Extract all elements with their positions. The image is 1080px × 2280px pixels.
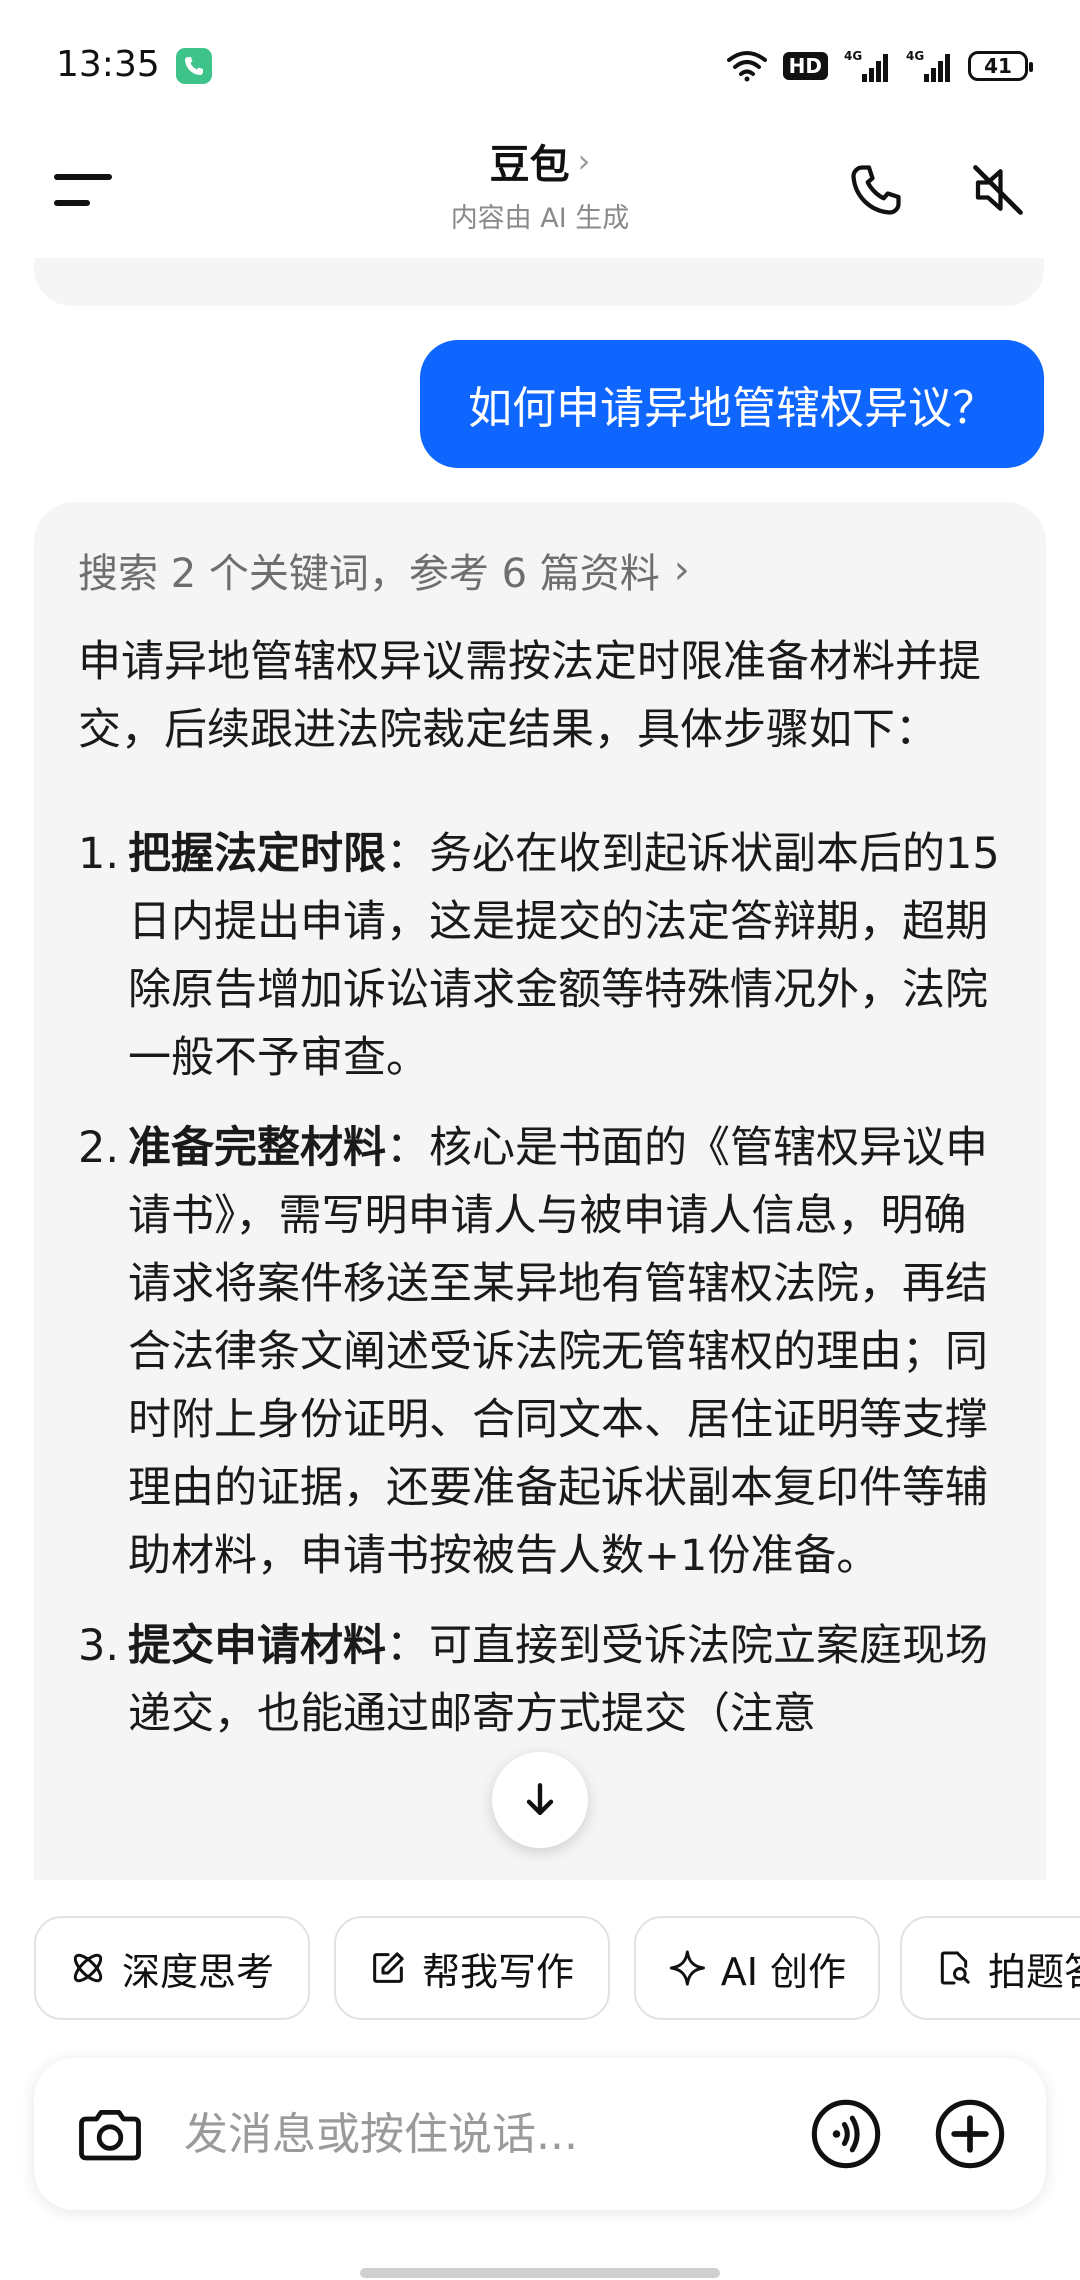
- list-item: 1. 把握法定时限：务必在收到起诉状副本后的15日内提出申请，这是提交的法定答辩…: [78, 820, 1002, 1092]
- list-item: 3. 提交申请材料：可直接到受诉法院立案庭现场递交，也能通过邮寄方式提交（注意: [78, 1612, 1002, 1748]
- previous-message-bubble: [34, 258, 1044, 306]
- camera-icon: [79, 2110, 141, 2161]
- wifi-icon: [726, 51, 767, 82]
- user-message-bubble[interactable]: 如何申请异地管辖权异议？: [420, 340, 1044, 468]
- voice-input-button[interactable]: [808, 2096, 884, 2172]
- step-title: 准备完整材料: [128, 1123, 386, 1173]
- step-number: 2.: [78, 1123, 120, 1173]
- step-text: ：核心是书面的《管辖权异议申请书》，需写明申请人与被申请人信息，明确请求将案件移…: [128, 1123, 988, 1581]
- battery-level: 41: [984, 54, 1012, 78]
- scan-doc-icon: [940, 1951, 970, 1985]
- message-input[interactable]: [184, 2094, 804, 2174]
- voice-call-button[interactable]: [836, 150, 916, 230]
- step-title: 把握法定时限: [128, 829, 386, 879]
- phone-icon[interactable]: [176, 48, 212, 84]
- chip-label: 深度思考: [122, 1949, 275, 1994]
- reply-intro: 申请异地管辖权异议需按法定时限准备材料并提交，后续跟进法院裁定结果，具体步骤如下…: [78, 637, 981, 755]
- photo-question-button[interactable]: 拍题答疑: [900, 1916, 1080, 2020]
- step-title: 提交申请材料: [128, 1621, 386, 1671]
- mute-speaker-button[interactable]: [958, 150, 1038, 230]
- status-time: 13:35: [56, 44, 160, 85]
- chevron-right-icon: ›: [577, 142, 591, 180]
- message-list[interactable]: 如何申请异地管辖权异议？ 搜索 2 个关键词，参考 6 篇资料 › 申请异地管辖…: [0, 258, 1080, 1880]
- quick-action-bar[interactable]: 深度思考 帮我写作 AI 创作 拍题答疑: [34, 1916, 1080, 2020]
- ai-disclaimer: 内容由 AI 生成: [450, 203, 630, 234]
- deep-think-icon: [73, 1953, 103, 1983]
- list-item: 2. 准备完整材料：核心是书面的《管辖权异议申请书》，需写明申请人与被申请人信息…: [78, 1114, 1002, 1590]
- user-message-text: 如何申请异地管辖权异议？: [468, 383, 996, 434]
- chip-label: 帮我写作: [422, 1949, 575, 1994]
- svg-text:4G: 4G: [844, 49, 862, 63]
- voice-wave-icon: [811, 2099, 881, 2169]
- chevron-right-icon: ›: [673, 547, 690, 593]
- reply-steps: 1. 把握法定时限：务必在收到起诉状副本后的15日内提出申请，这是提交的法定答辩…: [78, 820, 1002, 1748]
- chip-label: AI 创作: [720, 1949, 846, 1994]
- ai-reply-card: 搜索 2 个关键词，参考 6 篇资料 › 申请异地管辖权异议需按法定时限准备材料…: [34, 502, 1046, 1880]
- svg-text:4G: 4G: [906, 49, 924, 63]
- chip-label: 拍题答疑: [988, 1949, 1080, 1994]
- step-number: 1.: [78, 829, 120, 879]
- message-composer: [34, 2058, 1046, 2210]
- home-indicator[interactable]: [360, 2268, 720, 2278]
- phone-icon: [851, 165, 901, 215]
- plus-circle-icon: [935, 2099, 1005, 2169]
- scroll-to-bottom-button[interactable]: [492, 1752, 588, 1848]
- edit-icon: [373, 1952, 404, 1983]
- chat-screen: 13:35 HD 4G 4G 41 豆包 › 内容由 AI 生成 如何申请异地管…: [0, 0, 1080, 2280]
- hd-badge: HD: [782, 52, 828, 80]
- help-write-button[interactable]: 帮我写作: [334, 1916, 610, 2020]
- signal-4g-icon: 4G: [844, 49, 888, 82]
- search-summary: 搜索 2 个关键词，参考 6 篇资料: [78, 551, 660, 597]
- ai-create-button[interactable]: AI 创作: [634, 1916, 880, 2020]
- speaker-off-icon: [973, 165, 1023, 215]
- bot-name: 豆包: [489, 142, 570, 188]
- chat-header: 豆包 › 内容由 AI 生成: [0, 120, 1080, 270]
- status-icons: HD 4G 4G 41: [726, 46, 1033, 86]
- chat-title[interactable]: 豆包 › 内容由 AI 生成: [340, 132, 740, 235]
- camera-button[interactable]: [74, 2098, 146, 2170]
- signal-4g-icon: 4G: [906, 49, 950, 82]
- more-options-button[interactable]: [932, 2096, 1008, 2172]
- arrow-down-icon: [526, 1783, 554, 1816]
- sparkle-icon: [669, 1950, 705, 1986]
- battery-icon: 41: [968, 51, 1033, 81]
- search-references[interactable]: 搜索 2 个关键词，参考 6 篇资料 ›: [78, 538, 1002, 602]
- menu-icon[interactable]: [52, 160, 114, 220]
- status-bar: 13:35 HD 4G 4G 41: [0, 0, 1080, 120]
- step-number: 3.: [78, 1621, 120, 1671]
- deep-think-button[interactable]: 深度思考: [34, 1916, 310, 2020]
